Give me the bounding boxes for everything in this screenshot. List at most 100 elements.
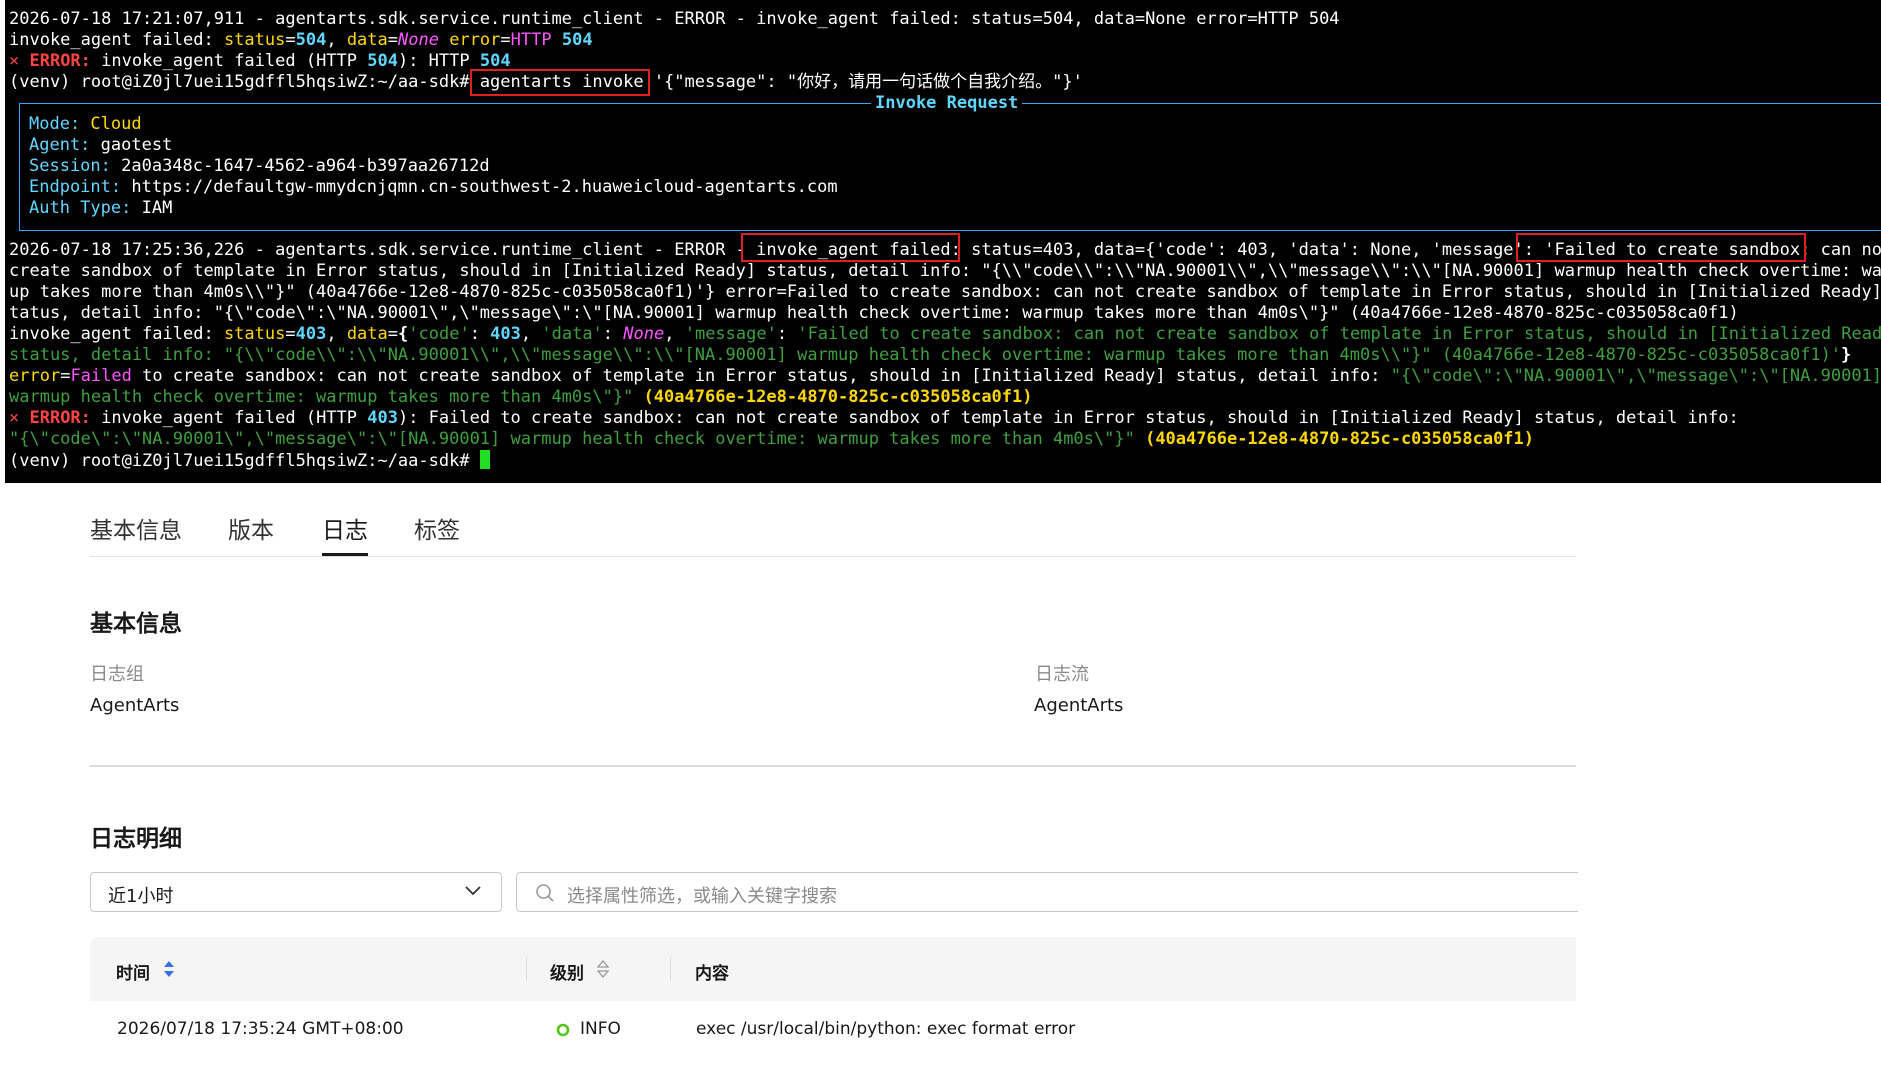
panel-value: gaotest bbox=[90, 135, 173, 155]
log-text: status=403, data={'code': 403, 'data': N… bbox=[960, 240, 1545, 260]
status-value: 403 bbox=[295, 324, 327, 344]
section-title-basic: 基本信息 bbox=[90, 611, 182, 637]
time-range-value: 近1小时 bbox=[108, 886, 174, 907]
shell-prompt: (venv) root@iZ0jl7uei15gdffl5hqsiwZ:~/aa… bbox=[9, 451, 480, 471]
data-key: data bbox=[346, 30, 388, 50]
panel-key: Auth Type: bbox=[29, 198, 132, 218]
log-line: status, detail info: "{\\"code\\":\\"NA.… bbox=[9, 345, 1851, 366]
panel-value: 2a0a348c-1647-4562-a964-b397aa26712d bbox=[110, 156, 490, 176]
log-stream-value: AgentArts bbox=[1034, 695, 1124, 716]
log-line: invoke_agent failed: status=504, data=No… bbox=[9, 30, 593, 51]
log-text: tatus, detail info: "{\"code\":\"NA.9000… bbox=[9, 303, 1739, 323]
column-separator bbox=[526, 957, 527, 981]
error-label: ERROR: bbox=[19, 408, 91, 428]
panel-key: Session: bbox=[29, 156, 111, 176]
request-id: (40a4766e-12e8-4870-825c-c035058ca0f1) bbox=[1134, 429, 1535, 449]
status-key: status bbox=[223, 30, 286, 50]
log-text: to create sandbox: can not create sandbo… bbox=[131, 366, 1391, 386]
panel-row: Auth Type: IAM bbox=[29, 198, 172, 219]
request-id: (40a4766e-12e8-4870-825c-c035058ca0f1) bbox=[633, 387, 1033, 407]
dict-value: 403 bbox=[490, 324, 521, 344]
data-key: data bbox=[346, 324, 388, 344]
panel-title: Invoke Request bbox=[871, 93, 1023, 114]
error-x-icon: × bbox=[9, 51, 20, 71]
panel-row: Mode: Cloud bbox=[29, 114, 142, 135]
log-stream-label: 日志流 bbox=[1035, 664, 1089, 685]
column-header-content: 内容 bbox=[695, 964, 729, 984]
column-separator bbox=[670, 957, 671, 981]
dict-value: 'Failed to create sandbox: can not creat… bbox=[797, 324, 1881, 344]
error-value: HTTP bbox=[510, 30, 552, 50]
time-range-select[interactable]: 近1小时 bbox=[90, 872, 502, 912]
status-value: 504 bbox=[295, 30, 327, 50]
dict-key: 'message' bbox=[684, 324, 777, 344]
panel-key: Agent: bbox=[29, 135, 91, 155]
log-line: × ERROR: invoke_agent failed (HTTP 403):… bbox=[9, 408, 1739, 429]
http-code: 504 bbox=[479, 51, 511, 71]
tab-versions[interactable]: 版本 bbox=[228, 511, 274, 545]
command-line[interactable]: (venv) root@iZ0jl7uei15gdffl5hqsiwZ:~/aa… bbox=[9, 450, 490, 471]
log-line: "{\"code\":\"NA.90001\",\"message\":\"[N… bbox=[9, 429, 1534, 450]
data-value: None bbox=[398, 30, 439, 50]
terminal-window[interactable]: 2026-07-18 17:21:07,911 - agentarts.sdk.… bbox=[5, 0, 1881, 483]
highlight-box bbox=[1516, 233, 1806, 262]
shell-prompt: (venv) root@iZ0jl7uei15gdffl5hqsiwZ:~/aa… bbox=[9, 72, 480, 92]
log-text: { bbox=[398, 324, 409, 344]
column-header-time[interactable]: 时间 bbox=[116, 959, 174, 984]
panel-key: Endpoint: bbox=[29, 177, 122, 197]
chevron-down-icon bbox=[465, 886, 481, 896]
log-text: ): HTTP bbox=[397, 51, 480, 71]
log-text: invoke_agent failed: bbox=[9, 30, 224, 50]
dict-value: None bbox=[623, 324, 665, 344]
highlight-box bbox=[741, 233, 960, 262]
search-input[interactable]: 选择属性筛选，或输入关键字搜索 bbox=[516, 872, 1578, 912]
panel-value: IAM bbox=[131, 198, 173, 218]
error-label: ERROR: bbox=[19, 51, 91, 71]
error-key: error bbox=[9, 366, 61, 386]
sort-icon[interactable] bbox=[596, 958, 610, 980]
dict-key: 'data' bbox=[541, 324, 603, 344]
log-line: warmup health check overtime: warmup tak… bbox=[9, 387, 1033, 408]
log-line: invoke_agent failed: status=403, data={'… bbox=[9, 324, 1881, 345]
log-text: , bbox=[326, 30, 347, 50]
log-text: : bbox=[776, 324, 798, 344]
log-console: 基本信息 版本 日志 标签 基本信息 日志组 AgentArts 日志流 Age… bbox=[0, 483, 1881, 1078]
log-line: create sandbox of template in Error stat… bbox=[9, 261, 1881, 282]
log-text: can not bbox=[1820, 240, 1881, 260]
section-divider bbox=[90, 765, 1576, 767]
command-argument: '{"message": "你好，请用一句话做个自我介绍。"}' bbox=[643, 72, 1083, 92]
dict-key: 'code' bbox=[408, 324, 470, 344]
section-title-detail: 日志明细 bbox=[90, 826, 182, 852]
log-text: status, detail info: "{\\"code\\":\\"NA.… bbox=[9, 345, 1842, 365]
tab-tags[interactable]: 标签 bbox=[414, 511, 460, 545]
sort-icon[interactable] bbox=[162, 958, 176, 980]
log-text: up takes more than 4m0s\\"}" (40a4766e-1… bbox=[9, 282, 1881, 302]
panel-value: Cloud bbox=[80, 114, 142, 134]
panel-row: Endpoint: https://defaultgw-mmydcnjqmn.c… bbox=[29, 177, 838, 198]
http-code: 504 bbox=[367, 51, 398, 71]
error-code: 504 bbox=[561, 30, 593, 50]
log-line: 2026-07-18 17:21:07,911 - agentarts.sdk.… bbox=[9, 9, 1340, 30]
tab-basic-info[interactable]: 基本信息 bbox=[90, 511, 182, 545]
log-text: = bbox=[60, 366, 71, 386]
log-line: tatus, detail info: "{\"code\":\"NA.9000… bbox=[9, 303, 1739, 324]
tab-logs[interactable]: 日志 bbox=[322, 511, 368, 545]
log-group-value: AgentArts bbox=[90, 695, 180, 716]
log-text: } bbox=[1841, 345, 1852, 365]
column-header-level[interactable]: 级别 bbox=[550, 959, 610, 984]
log-line: up takes more than 4m0s\\"}" (40a4766e-1… bbox=[9, 282, 1881, 303]
log-text: 2026-07-18 17:25:36,226 - agentarts.sdk.… bbox=[9, 240, 757, 260]
log-text: = bbox=[387, 30, 399, 50]
panel-row: Session: 2a0a348c-1647-4562-a964-b397aa2… bbox=[29, 156, 490, 177]
highlight-box bbox=[470, 69, 650, 96]
error-value: Failed bbox=[70, 366, 132, 386]
log-text: invoke_agent failed (HTTP bbox=[90, 408, 368, 428]
http-code: 403 bbox=[367, 408, 398, 428]
error-key: error bbox=[449, 30, 501, 50]
log-line: × ERROR: invoke_agent failed (HTTP 504):… bbox=[9, 51, 511, 72]
log-text: invoke_agent failed: bbox=[9, 324, 224, 344]
log-text: : bbox=[602, 324, 624, 344]
log-text: "{\"code\":\"NA.90001\",\"message\":\"[N… bbox=[1390, 366, 1881, 386]
